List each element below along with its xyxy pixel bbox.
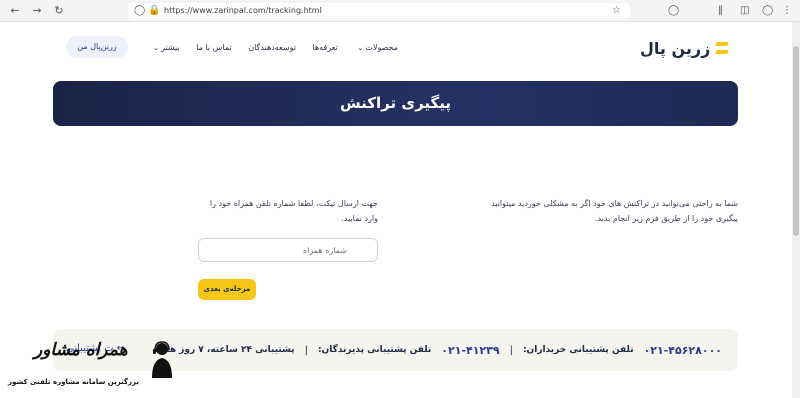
pocket-icon[interactable]: ◯ [668, 4, 679, 18]
shield-icon[interactable]: ◯ [134, 4, 145, 18]
address-bar[interactable]: ◯ 🔒 https://www.zarinpal.com/tracking.ht… [128, 3, 630, 19]
library-icon[interactable]: ‖ [718, 4, 723, 18]
buyer-support-phone[interactable]: ۰۲۱-۴۵۶۲۸۰۰۰ [644, 344, 722, 357]
nav-item-more[interactable]: بیشتر ⌄ [150, 43, 180, 52]
support-info: پشتیبانی ۲۴ ساعته، ۷ روز هفته | تلفن پشت… [154, 329, 722, 371]
hero-banner: پیگیری تراکنش [53, 81, 738, 126]
reload-icon[interactable]: ↻ [52, 4, 66, 18]
nav-item-developers[interactable]: توسعه‌دهندگان [248, 43, 296, 52]
url-text[interactable]: https://www.zarinpal.com/tracking.html [164, 4, 322, 18]
forward-icon[interactable]: → [30, 4, 44, 18]
merchant-support-label: تلفن پشتیبانی پذیرندگان: [317, 345, 432, 355]
browser-toolbar: ← → ↻ ◯ 🔒 https://www.zarinpal.com/track… [0, 0, 800, 22]
watermark-subtitle: بزرگترین سامانه مشاوره تلفنی کشور [8, 378, 139, 386]
page-title: پیگیری تراکنش [339, 94, 452, 112]
nav-item-contact[interactable]: تماس با ما [196, 43, 232, 52]
nav-item-products[interactable]: محصولات ⌄ [354, 43, 398, 52]
zarinpal-logo-icon [714, 40, 730, 56]
menu-icon[interactable]: ⋮ [782, 4, 792, 18]
logo-text: زرین پال [640, 38, 711, 58]
zarinpal-logo[interactable]: زرین پال [640, 36, 730, 60]
separator: | [509, 344, 513, 356]
hamrah-moshaver-watermark: همراه مشاور بزرگترین سامانه مشاوره تلفنی… [6, 336, 196, 392]
tracking-description: شما به راحتی می‌توانید در تراکنش های خود… [491, 199, 738, 223]
main-nav: محصولات ⌄ تعرفه‌ها توسعه‌دهندگان تماس با… [150, 40, 398, 54]
merchant-support-phone[interactable]: ۰۲۱-۴۱۲۳۹ [441, 344, 499, 357]
chevron-down-icon: ⌄ [153, 43, 162, 52]
nav-item-pricing[interactable]: تعرفه‌ها [312, 43, 337, 52]
watermark-title: همراه مشاور [34, 340, 128, 360]
consultant-figure-icon [152, 341, 172, 378]
account-icon[interactable]: ◯ [762, 4, 773, 18]
back-icon[interactable]: ← [8, 4, 22, 18]
my-zarinpal-button[interactable]: زرین‌پال من [66, 36, 128, 58]
separator: | [304, 344, 308, 356]
next-step-button[interactable]: مرحله‌ی بعدی [198, 279, 256, 300]
phone-number-input[interactable] [198, 238, 378, 262]
sidebar-icon[interactable]: ◫ [740, 4, 749, 18]
buyer-support-label: تلفن پشتیبانی خریداران: [522, 345, 634, 355]
scrollbar-thumb[interactable] [793, 46, 799, 236]
page-scrollbar[interactable] [792, 22, 800, 398]
lock-icon[interactable]: 🔒 [148, 4, 160, 18]
form-instruction: جهت ارسال تیکت، لطفا شماره تلفن همراه خو… [209, 199, 378, 223]
bookmark-star-icon[interactable]: ☆ [612, 4, 621, 18]
